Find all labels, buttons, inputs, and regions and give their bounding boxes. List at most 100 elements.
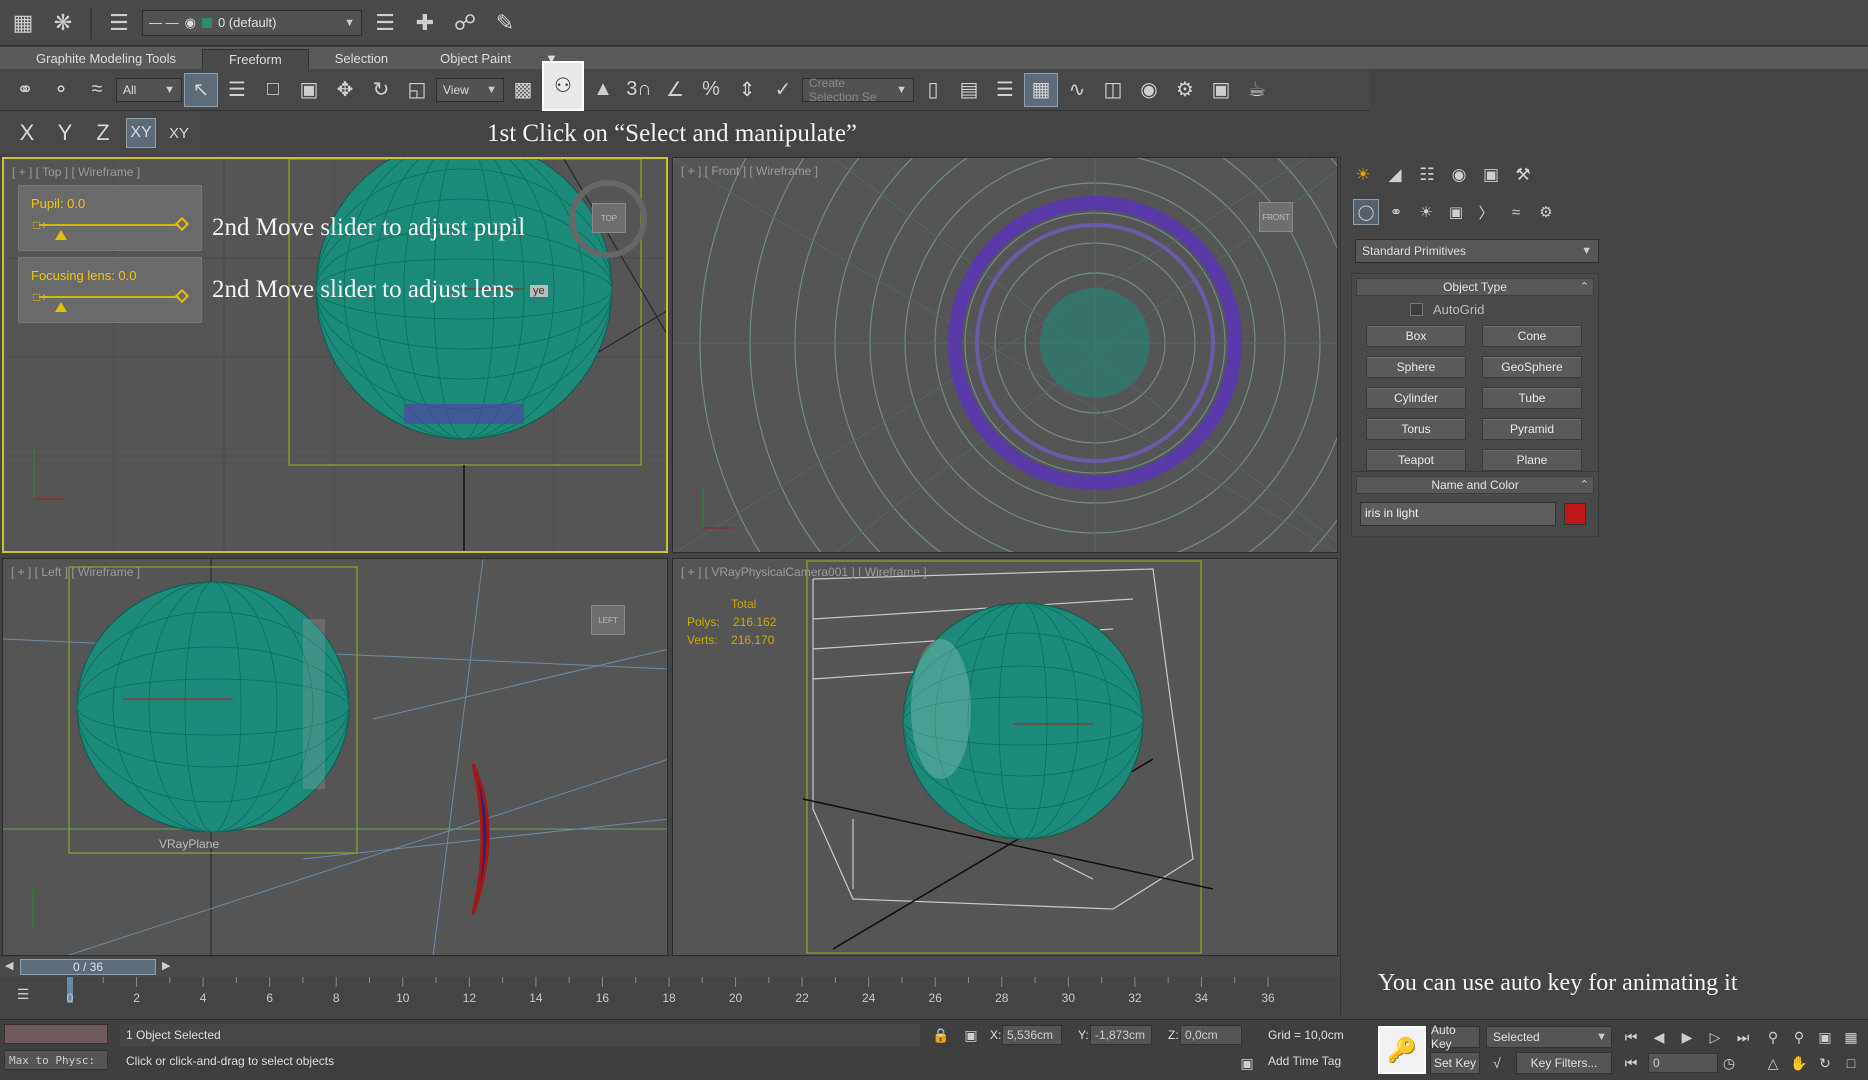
mirror-icon[interactable]: ▯ [916, 73, 950, 107]
reference-coordinate-dropdown[interactable]: View ▼ [436, 77, 504, 102]
keyboard-shortcut-override-icon[interactable]: ▲ [586, 73, 620, 107]
add-layer-icon[interactable]: ✚ [408, 6, 442, 40]
restrict-xy-plane-button[interactable]: XY [126, 118, 156, 148]
sphere-button[interactable]: Sphere [1366, 356, 1466, 378]
pupil-slider-track[interactable] [39, 224, 179, 226]
rendered-frame-window-icon[interactable]: ▣ [1204, 73, 1238, 107]
viewport-camera[interactable]: [ + ] [ VRayPhysicalCamera001 ] [ Wirefr… [672, 558, 1338, 956]
next-frame-arrow-icon[interactable]: ▶ [162, 959, 170, 972]
modify-panel-icon[interactable]: ◢ [1381, 161, 1409, 189]
shapes-icon[interactable]: ⚭ [1383, 199, 1409, 225]
track-bar[interactable]: ☰ 0 2 4 6 8 10 12 14 16 18 20 22 24 26 28 30 32 34 36 [0, 977, 1340, 1017]
select-in-layer-icon[interactable]: ☍ [448, 6, 482, 40]
tab-object-paint[interactable]: Object Paint [414, 49, 537, 69]
percent-snap-icon[interactable]: % [694, 73, 728, 107]
auto-key-button[interactable]: Auto Key [1430, 1023, 1480, 1051]
object-type-rollout-header[interactable]: Object Type ⌃ [1356, 278, 1594, 296]
link-icon[interactable]: ⚭ [8, 73, 42, 107]
box-button[interactable]: Box [1366, 325, 1466, 347]
schematic-view-icon[interactable]: ◫ [1096, 73, 1130, 107]
create-panel-icon[interactable]: ☀ [1349, 161, 1377, 189]
rectangular-selection-icon[interactable]: □ [256, 73, 290, 107]
select-and-move-icon[interactable]: ✥ [328, 73, 362, 107]
lights-icon[interactable]: ☀ [1413, 199, 1439, 225]
object-color-swatch[interactable] [1564, 503, 1586, 525]
cone-button[interactable]: Cone [1482, 325, 1582, 347]
freeze-layer-icon[interactable]: ✎ [488, 6, 522, 40]
spinner-snap-icon[interactable]: ⇕ [730, 73, 764, 107]
viewport-left[interactable]: [ + ] [ Left ] [ Wireframe ] LEFT VRayPl… [2, 558, 668, 956]
orbit-icon[interactable]: ↻ [1814, 1052, 1836, 1074]
render-setup-icon[interactable]: ⚙ [1168, 73, 1202, 107]
time-tag-icon[interactable]: ▣ [1236, 1052, 1258, 1074]
layer-manager-icon[interactable]: ☰ [102, 6, 136, 40]
play-icon[interactable]: ▶ [1676, 1026, 1698, 1048]
pupil-slider-handle[interactable] [55, 230, 67, 240]
systems-icon[interactable]: ⚙ [1533, 199, 1559, 225]
curve-editor-icon[interactable]: ∿ [1060, 73, 1094, 107]
select-object-icon[interactable]: ↖ [184, 72, 218, 107]
window-crossing-icon[interactable]: ▣ [292, 73, 326, 107]
key-tangent-icon[interactable]: √ [1486, 1052, 1508, 1074]
viewport-label[interactable]: [ + ] [ VRayPhysicalCamera001 ] [ Wirefr… [681, 565, 927, 579]
layer-properties-icon[interactable]: ☰ [368, 6, 402, 40]
pupil-manipulator[interactable]: Pupil: 0.0 □+ [18, 185, 202, 251]
viewcube[interactable]: LEFT [591, 605, 625, 635]
field-of-view-icon[interactable]: △ [1762, 1052, 1784, 1074]
focusing-lens-manipulator[interactable]: Focusing lens: 0.0 □+ [18, 257, 202, 323]
next-frame-icon[interactable]: ▷ [1704, 1026, 1726, 1048]
maxscript-listener-pink[interactable] [4, 1024, 108, 1044]
previous-frame-icon[interactable]: ◀ [1648, 1026, 1670, 1048]
select-by-name-icon[interactable]: ☰ [220, 73, 254, 107]
current-layer-dropdown[interactable]: — — ◉ 0 (default) ▼ [142, 9, 362, 36]
graphite-toggle-icon[interactable]: ▦ [1024, 72, 1058, 107]
name-and-color-rollout-header[interactable]: Name and Color ⌃ [1356, 476, 1594, 494]
bind-space-warp-icon[interactable]: ≈ [80, 73, 114, 107]
xy-plane-flyout-button[interactable]: XY [164, 118, 194, 148]
autogrid-checkbox[interactable] [1410, 303, 1423, 316]
space-warps-icon[interactable]: ≈ [1503, 199, 1529, 225]
layer-explorer-icon[interactable]: ☰ [988, 73, 1022, 107]
align-icon[interactable]: ▤ [952, 73, 986, 107]
tab-graphite-modeling-tools[interactable]: Graphite Modeling Tools [10, 49, 202, 69]
key-filters-button[interactable]: Key Filters... [1516, 1052, 1612, 1074]
hierarchy-panel-icon[interactable]: ☷ [1413, 161, 1441, 189]
tube-button[interactable]: Tube [1482, 387, 1582, 409]
key-mode-dropdown[interactable]: Selected ▼ [1486, 1026, 1612, 1048]
material-editor-icon[interactable]: ◉ [1132, 73, 1166, 107]
restrict-z-button[interactable]: Z [88, 118, 118, 148]
restrict-x-button[interactable]: X [12, 118, 42, 148]
previous-frame-arrow-icon[interactable]: ◀ [5, 959, 13, 972]
workspace-icon[interactable]: ❋ [46, 6, 80, 40]
select-and-rotate-icon[interactable]: ↻ [364, 73, 398, 107]
set-key-button[interactable]: Set Key [1430, 1052, 1480, 1074]
slider-end-icon[interactable] [174, 216, 190, 232]
zoom-icon[interactable]: ⚲ [1762, 1026, 1784, 1048]
pyramid-button[interactable]: Pyramid [1482, 418, 1582, 440]
viewcube[interactable]: TOP [592, 203, 626, 233]
set-keys-key-icon[interactable]: 🔑 [1378, 1026, 1426, 1074]
z-coordinate-field[interactable]: 0,0cm [1180, 1025, 1242, 1045]
geometry-icon[interactable]: ◯ [1353, 199, 1379, 225]
primitive-type-dropdown[interactable]: Standard Primitives ▼ [1355, 239, 1599, 263]
torus-button[interactable]: Torus [1366, 418, 1466, 440]
helpers-icon[interactable]: 〉 [1473, 199, 1499, 225]
autogrid-option[interactable]: AutoGrid [1352, 300, 1598, 323]
zoom-extents-icon[interactable]: ▣ [1814, 1026, 1836, 1048]
named-selection-sets-dropdown[interactable]: Create Selection Se ▼ [802, 76, 914, 104]
add-time-tag-button[interactable]: Add Time Tag [1262, 1050, 1347, 1072]
plane-button[interactable]: Plane [1482, 449, 1582, 471]
y-coordinate-field[interactable]: -1,873cm [1090, 1025, 1152, 1045]
pivot-center-icon[interactable]: ▩ [506, 73, 540, 107]
key-mode-toggle-icon[interactable]: ⏮ [1620, 1052, 1642, 1074]
time-configuration-icon[interactable]: ◷ [1718, 1052, 1740, 1074]
selection-filter-dropdown[interactable]: All ▼ [116, 77, 182, 102]
transform-type-in-icon[interactable]: ▣ [960, 1024, 982, 1046]
time-slider-thumb[interactable]: 0 / 36 [20, 959, 156, 975]
tab-freeform[interactable]: Freeform [201, 49, 309, 69]
go-to-start-icon[interactable]: ⏮ [1620, 1026, 1642, 1048]
pan-view-icon[interactable]: ✋ [1788, 1052, 1810, 1074]
maximize-viewport-icon[interactable]: □ [1840, 1052, 1862, 1074]
utilities-panel-icon[interactable]: ⚒ [1509, 161, 1537, 189]
lens-slider-track[interactable] [39, 296, 179, 298]
